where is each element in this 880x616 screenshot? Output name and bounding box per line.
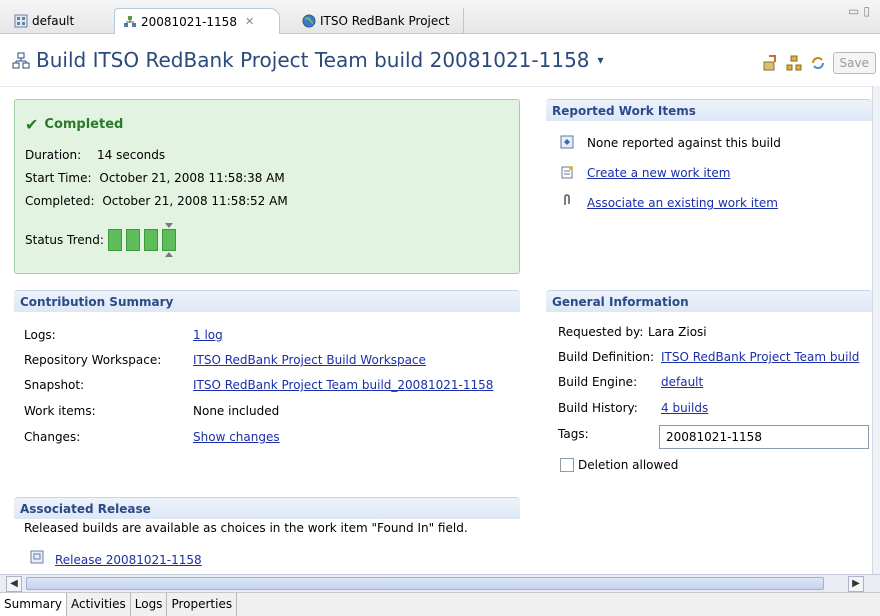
snapshot-label: Snapshot:: [24, 378, 85, 392]
release-icon: [30, 550, 44, 564]
release-note: Released builds are available as choices…: [24, 521, 468, 535]
globe-icon: [302, 14, 316, 28]
build-icon: [12, 51, 30, 69]
snapshot-link[interactable]: ITSO RedBank Project Team build_20081021…: [193, 378, 493, 392]
scroll-thumb[interactable]: [26, 577, 824, 590]
tags-label: Tags:: [558, 427, 589, 441]
work-items-label: Work items:: [24, 404, 96, 418]
duration-label: Duration:: [25, 148, 82, 162]
tab-logs[interactable]: Logs: [131, 593, 168, 616]
check-icon: ✔: [25, 115, 39, 134]
trend-bar-current[interactable]: [161, 223, 176, 257]
editor-tab-bar: default 20081021-1158 ✕ ITSO RedBank Pro…: [0, 0, 880, 34]
tab-summary[interactable]: Summary: [0, 593, 67, 616]
completed-row: Completed: October 21, 2008 11:58:52 AM: [25, 194, 288, 208]
chevron-down-icon[interactable]: ▾: [598, 53, 604, 67]
close-icon[interactable]: ✕: [245, 15, 254, 28]
contribution-summary-heading[interactable]: Contribution Summary: [14, 290, 520, 312]
changes-label: Changes:: [24, 430, 81, 444]
build-history-label: Build History:: [558, 401, 638, 415]
scroll-left-button[interactable]: ◀: [6, 576, 22, 592]
status-trend: Status Trend:: [25, 223, 176, 257]
tab-label: default: [32, 14, 75, 28]
build-summary-content: ✔ Completed Duration: 14 seconds Start T…: [0, 86, 872, 574]
create-work-item-link[interactable]: Create a new work item: [587, 166, 730, 180]
trend-bar[interactable]: [143, 229, 158, 251]
deletion-allowed-label: Deletion allowed: [578, 458, 679, 472]
build-history-link[interactable]: 4 builds: [661, 401, 708, 415]
logs-link[interactable]: 1 log: [193, 328, 223, 342]
release-link[interactable]: Release 20081021-1158: [55, 553, 202, 567]
horizontal-scrollbar[interactable]: ◀ ▶: [0, 574, 880, 592]
status-title: ✔ Completed: [25, 115, 123, 134]
logs-label: Logs:: [24, 328, 56, 342]
tab-itso-redbank-project[interactable]: ITSO RedBank Project: [294, 8, 464, 34]
tab-build-20081021-1158[interactable]: 20081021-1158 ✕: [114, 8, 280, 34]
request-build-icon[interactable]: [761, 54, 779, 72]
build-definition-link[interactable]: ITSO RedBank Project Team build: [661, 350, 859, 364]
tab-label: 20081021-1158: [141, 14, 237, 29]
status-title-text: Completed: [44, 117, 124, 132]
work-item-icon: [560, 135, 574, 149]
none-reported-text: None reported against this build: [587, 136, 781, 150]
page-title-text: Build ITSO RedBank Project Team build 20…: [36, 48, 590, 72]
window-controls[interactable]: ▭▯: [848, 4, 874, 18]
trend-bar[interactable]: [125, 229, 140, 251]
start-time-value: October 21, 2008 11:58:38 AM: [99, 171, 285, 185]
repository-workspace-link[interactable]: ITSO RedBank Project Build Workspace: [193, 353, 426, 367]
completed-value: October 21, 2008 11:58:52 AM: [102, 194, 288, 208]
requested-by-label: Requested by:: [558, 325, 644, 339]
requested-by-value: Lara Ziosi: [648, 325, 707, 339]
tab-activities[interactable]: Activities: [67, 593, 131, 616]
work-items-value: None included: [193, 404, 280, 418]
scroll-right-button[interactable]: ▶: [848, 576, 864, 592]
tags-input[interactable]: 20081021-1158: [659, 425, 869, 449]
general-information-heading[interactable]: General Information: [546, 290, 872, 312]
tab-properties[interactable]: Properties: [167, 593, 238, 616]
associate-work-item-link[interactable]: Associate an existing work item: [587, 196, 778, 210]
start-time-row: Start Time: October 21, 2008 11:58:38 AM: [25, 171, 285, 185]
duration-value: 14 seconds: [97, 148, 166, 162]
build-icon: [123, 15, 137, 29]
associated-release-heading[interactable]: Associated Release: [14, 497, 520, 519]
refresh-icon[interactable]: [809, 54, 827, 72]
start-time-label: Start Time:: [25, 171, 92, 185]
tab-default[interactable]: default: [6, 8, 106, 34]
duration-row: Duration: 14 seconds: [25, 148, 165, 162]
workspace-icon: [14, 14, 28, 28]
deletion-allowed-checkbox[interactable]: [560, 458, 574, 472]
tab-label: ITSO RedBank Project: [320, 14, 450, 28]
paperclip-icon: [560, 193, 574, 207]
page-title: Build ITSO RedBank Project Team build 20…: [12, 48, 604, 72]
editor-page-tabs: Summary Activities Logs Properties: [0, 592, 880, 616]
header-toolbar: Save: [761, 52, 876, 74]
repository-workspace-label: Repository Workspace:: [24, 353, 162, 367]
save-button[interactable]: Save: [832, 52, 876, 74]
new-work-item-icon: [560, 165, 574, 179]
show-changes-link[interactable]: Show changes: [193, 430, 280, 444]
build-engine-link[interactable]: default: [661, 375, 703, 389]
build-definition-label: Build Definition:: [558, 350, 655, 364]
editor-header: Build ITSO RedBank Project Team build 20…: [0, 34, 880, 86]
status-trend-label: Status Trend:: [25, 233, 104, 247]
completed-label: Completed:: [25, 194, 95, 208]
build-engine-label: Build Engine:: [558, 375, 638, 389]
status-panel: ✔ Completed Duration: 14 seconds Start T…: [14, 99, 520, 274]
reported-work-items-heading[interactable]: Reported Work Items: [546, 99, 872, 121]
build-result-icon[interactable]: [785, 54, 803, 72]
trend-bar[interactable]: [107, 229, 122, 251]
vertical-scrollbar[interactable]: [872, 86, 880, 574]
